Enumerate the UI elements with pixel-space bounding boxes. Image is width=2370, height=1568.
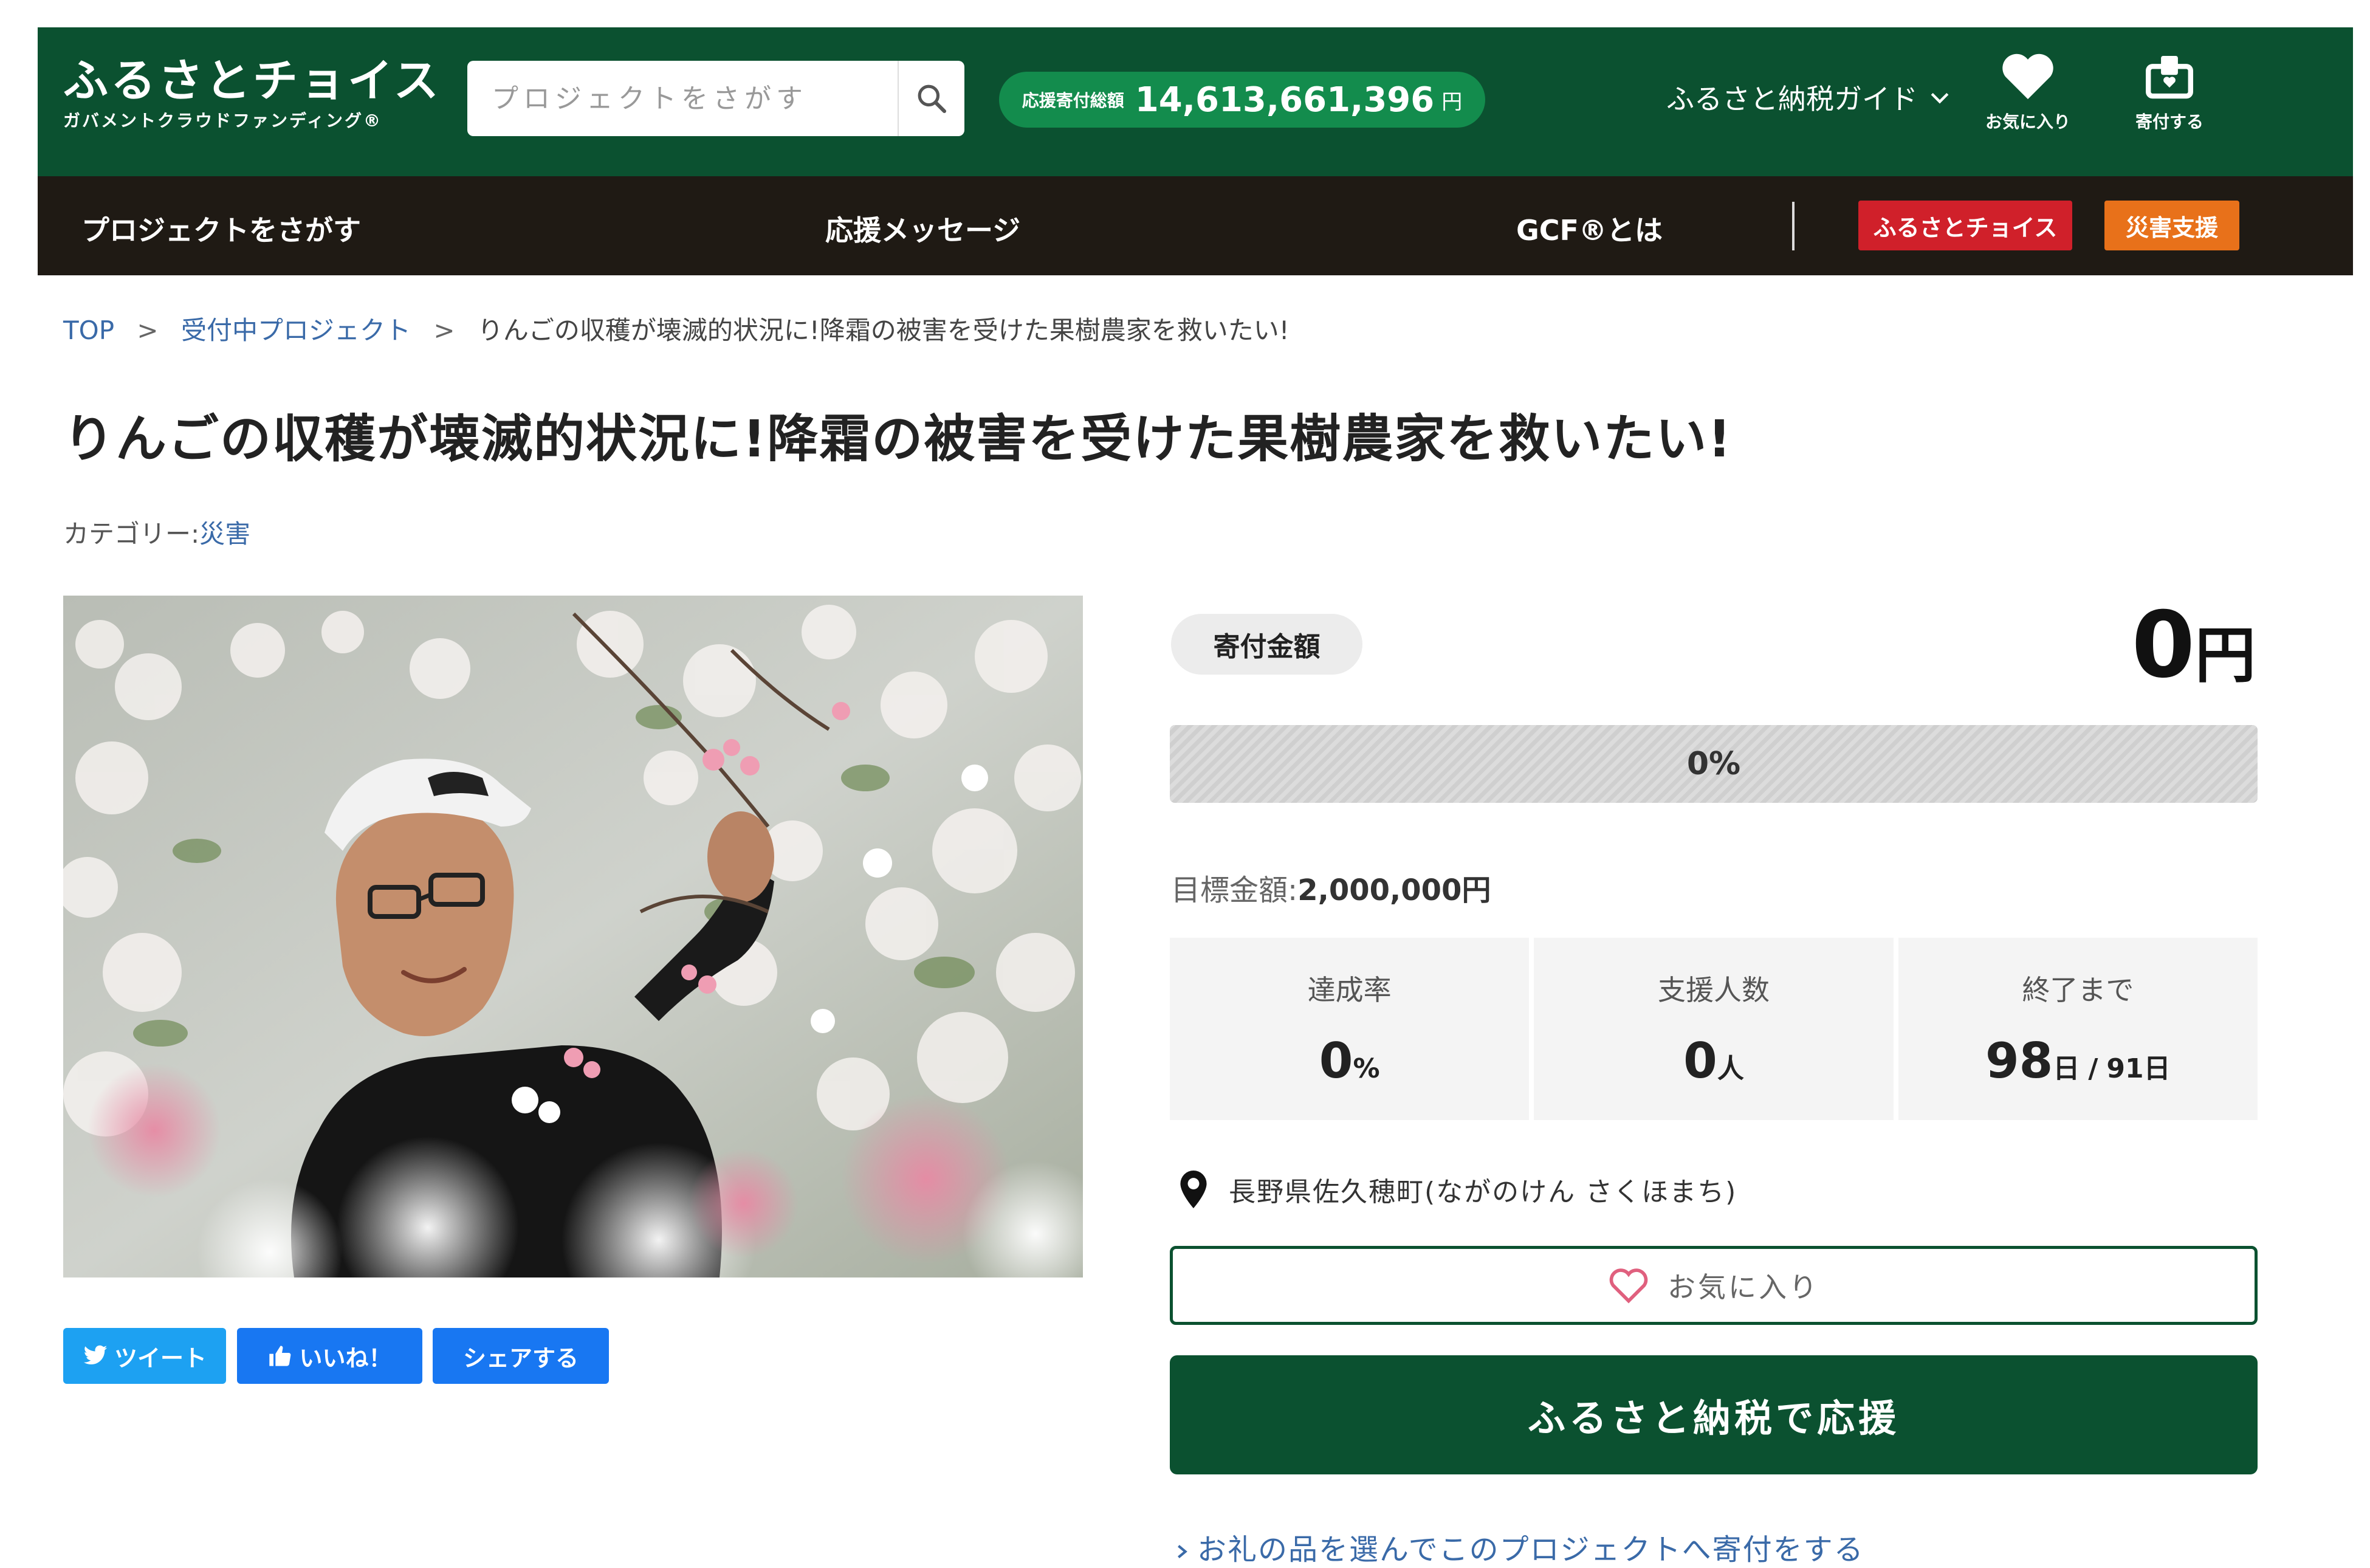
stat-supporters: 支援人数 0人 bbox=[1534, 938, 1894, 1120]
nav-divider bbox=[1792, 202, 1795, 250]
donate-label: 寄付する bbox=[2135, 112, 2203, 132]
goal-label: 目標金額: bbox=[1171, 873, 1298, 907]
like-button[interactable]: いいね！ bbox=[237, 1328, 422, 1384]
nav-disaster-support-button[interactable]: 災害支援 bbox=[2104, 201, 2239, 250]
supporters-value: 0 bbox=[1683, 1033, 1717, 1089]
stat-label: 支援人数 bbox=[1657, 974, 1770, 1006]
guide-label: ふるさと納税ガイド bbox=[1666, 83, 1918, 115]
project-location: 長野県佐久穂町(ながのけん さくほまち) bbox=[1180, 1170, 1737, 1209]
total-donation-label: 応援寄付総額 bbox=[1022, 91, 1124, 111]
search-button[interactable] bbox=[898, 61, 964, 136]
page-frame: ふるさとチョイス ガバメントクラウドファンディング® 応援寄付総額 14,613… bbox=[38, 27, 2353, 1568]
goal-value: 2,000,000円 bbox=[1297, 873, 1491, 907]
heart-outline-icon bbox=[1609, 1268, 1648, 1304]
donation-amount-value: 0 bbox=[2131, 593, 2195, 698]
tweet-button[interactable]: ツイート bbox=[63, 1328, 226, 1384]
favorite-label: お気に入り bbox=[1668, 1271, 1819, 1304]
chevron-down-icon bbox=[1931, 92, 1949, 104]
breadcrumb-accepting-projects[interactable]: 受付中プロジェクト bbox=[181, 315, 411, 345]
breadcrumb-top[interactable]: TOP bbox=[63, 315, 114, 345]
heart-icon bbox=[2002, 53, 2053, 100]
breadcrumb-current: りんごの収穫が壊滅的状況に!降霜の被害を受けた果樹農家を救いたい! bbox=[477, 315, 1290, 345]
location-pin-icon bbox=[1180, 1171, 1207, 1208]
donation-amount: 0円 bbox=[2132, 593, 2256, 698]
donate-box-icon bbox=[2146, 55, 2193, 99]
main-nav: プロジェクトをさがす 応援メッセージ GCF®とは ふるさとチョイス 災害支援 bbox=[38, 176, 2353, 275]
project-stats: 達成率 0% 支援人数 0人 終了まで 98日/91日 bbox=[1170, 938, 2258, 1120]
donation-amount-unit: 円 bbox=[2195, 620, 2256, 691]
farmer-blossom-photo bbox=[63, 596, 1083, 1277]
site-logo[interactable]: ふるさとチョイス ガバメントクラウドファンディング® bbox=[63, 57, 441, 132]
remaining-days: 98 bbox=[1985, 1033, 2053, 1089]
total-donation-amount: 14,613,661,396 bbox=[1135, 80, 1435, 120]
breadcrumb: TOP > 受付中プロジェクト > りんごの収穫が壊滅的状況に!降霜の被害を受け… bbox=[63, 310, 1290, 347]
search-icon bbox=[918, 84, 947, 114]
share-label: シェアする bbox=[462, 1344, 579, 1372]
donation-amount-label: 寄付金額 bbox=[1171, 614, 1362, 675]
stat-value: 98日/91日 bbox=[1898, 1033, 2258, 1089]
choose-gift-link[interactable]: お礼の品を選んでこのプロジェクトへ寄付をする bbox=[1174, 1525, 1864, 1568]
stat-value: 0% bbox=[1170, 1033, 1529, 1089]
favorites-link[interactable]: お気に入り bbox=[1982, 52, 2073, 133]
total-donation-badge: 応援寄付総額 14,613,661,396 円 bbox=[999, 72, 1485, 128]
thumbs-up-icon bbox=[269, 1346, 291, 1366]
project-photo bbox=[63, 596, 1083, 1277]
breadcrumb-separator: > bbox=[137, 315, 159, 345]
rate-unit: % bbox=[1353, 1053, 1380, 1084]
supporters-unit: 人 bbox=[1717, 1053, 1744, 1084]
total-donation-unit: 円 bbox=[1441, 89, 1463, 114]
favorites-label: お気に入り bbox=[1985, 112, 2070, 132]
progress-percent: 0% bbox=[1686, 746, 1741, 782]
stat-value: 0人 bbox=[1534, 1033, 1893, 1089]
share-button[interactable]: シェアする bbox=[433, 1328, 609, 1384]
total-days-unit: 日 bbox=[2143, 1053, 2171, 1084]
total-days: 91 bbox=[2106, 1053, 2144, 1084]
tweet-label: ツイート bbox=[114, 1344, 207, 1372]
location-text: 長野県佐久穂町(ながのけん さくほまち) bbox=[1229, 1177, 1737, 1208]
donate-link[interactable]: 寄付する bbox=[2124, 52, 2215, 133]
logo-title: ふるさとチョイス bbox=[63, 55, 441, 107]
project-category: カテゴリー:災害 bbox=[63, 514, 250, 551]
progress-bar: 0% bbox=[1170, 725, 2258, 803]
nav-search-projects[interactable]: プロジェクトをさがす bbox=[81, 208, 361, 249]
stat-achievement-rate: 達成率 0% bbox=[1170, 938, 1530, 1120]
breadcrumb-separator: > bbox=[433, 315, 455, 345]
logo-subtitle: ガバメントクラウドファンディング® bbox=[63, 111, 383, 131]
nav-about-gcf[interactable]: GCF®とは bbox=[1516, 208, 1663, 249]
goal-amount: 目標金額:2,000,000円 bbox=[1171, 866, 1491, 909]
nav-furusato-choice-button[interactable]: ふるさとチョイス bbox=[1858, 201, 2072, 250]
add-favorite-button[interactable]: お気に入り bbox=[1170, 1246, 2258, 1325]
gift-link-text: お礼の品を選んでこのプロジェクトへ寄付をする bbox=[1197, 1533, 1864, 1567]
page-title: りんごの収穫が壊滅的状況に!降霜の被害を受けた果樹農家を救いたい! bbox=[63, 409, 1733, 469]
rate-value: 0 bbox=[1319, 1033, 1353, 1089]
category-link[interactable]: 災害 bbox=[199, 519, 250, 549]
site-header: ふるさとチョイス ガバメントクラウドファンディング® 応援寄付総額 14,613… bbox=[38, 27, 2353, 176]
remaining-separator: / bbox=[2088, 1053, 2098, 1084]
remaining-days-unit: 日 bbox=[2053, 1053, 2080, 1084]
category-label: カテゴリー: bbox=[63, 519, 200, 549]
stat-days-remaining: 終了まで 98日/91日 bbox=[1898, 938, 2258, 1120]
support-with-furusato-tax-button[interactable]: ふるさと納税で応援 bbox=[1170, 1355, 2258, 1474]
nav-messages[interactable]: 応援メッセージ bbox=[825, 208, 1020, 249]
stat-label: 終了まで bbox=[2022, 974, 2134, 1006]
furusato-guide-menu[interactable]: ふるさと納税ガイド bbox=[1666, 77, 1953, 117]
search-box bbox=[467, 61, 964, 136]
twitter-bird-icon bbox=[83, 1345, 108, 1364]
like-label: いいね！ bbox=[299, 1344, 392, 1372]
search-input[interactable] bbox=[492, 61, 881, 136]
chevron-right-icon bbox=[1178, 1545, 1187, 1558]
stat-label: 達成率 bbox=[1307, 974, 1392, 1006]
